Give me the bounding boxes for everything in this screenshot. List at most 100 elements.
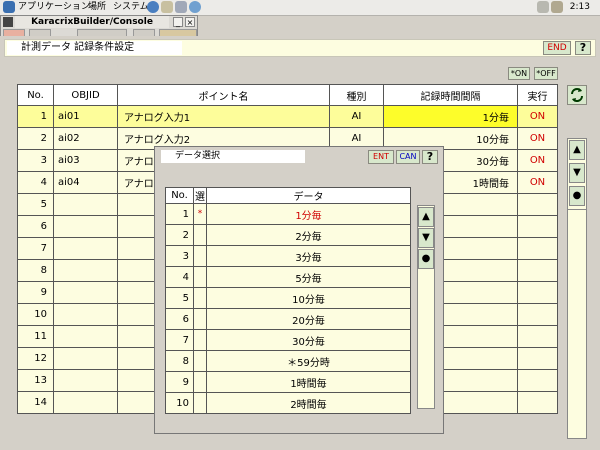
row-objid[interactable] xyxy=(53,303,118,326)
row-objid[interactable] xyxy=(53,347,118,370)
list-item[interactable]: 7 30分毎 xyxy=(165,329,411,351)
list-item[interactable]: 4 5分毎 xyxy=(165,266,411,288)
chat-launcher-icon[interactable] xyxy=(189,1,201,13)
row-exec[interactable] xyxy=(517,391,558,414)
list-item[interactable]: 2 2分毎 xyxy=(165,224,411,246)
menu-places[interactable]: 場所 xyxy=(88,1,106,14)
row-objid[interactable]: ai04 xyxy=(53,171,118,194)
column-header-interval: 記録時間間隔 xyxy=(383,84,518,106)
row-objid[interactable] xyxy=(53,237,118,260)
top-panel: アプリケーション 場所 システム 2:13 xyxy=(0,0,600,16)
scroll-down-button[interactable]: ▼ xyxy=(569,163,585,183)
enter-button[interactable]: ENT xyxy=(368,150,394,164)
table-row[interactable]: 1 ai01 アナログ入力1 AI 1分毎 ON xyxy=(17,105,558,128)
browser-launcher-icon[interactable] xyxy=(147,1,159,13)
all-on-button[interactable]: *ON xyxy=(508,67,530,80)
row-exec[interactable] xyxy=(517,347,558,370)
cancel-button[interactable]: CAN xyxy=(396,150,420,164)
menu-system[interactable]: システム xyxy=(113,1,149,14)
option-value[interactable]: 5分毎 xyxy=(206,266,411,288)
row-objid[interactable] xyxy=(53,281,118,304)
help-button[interactable]: ? xyxy=(575,41,591,55)
row-objid[interactable] xyxy=(53,259,118,282)
foot-menu-icon[interactable] xyxy=(3,1,15,13)
list-item[interactable]: 8 ＊59分時 xyxy=(165,350,411,372)
column-header-no: No. xyxy=(17,84,54,106)
scroll-up-button[interactable]: ▲ xyxy=(569,140,585,160)
row-objid[interactable] xyxy=(53,325,118,348)
menu-applications[interactable]: アプリケーション xyxy=(18,1,90,14)
option-mark xyxy=(193,329,207,351)
dialog-title: データ選択 xyxy=(161,150,305,163)
row-exec[interactable]: ON xyxy=(517,171,558,194)
option-value[interactable]: 1分毎 xyxy=(206,203,411,225)
minimize-button[interactable]: _ xyxy=(173,17,183,27)
option-value[interactable]: 20分毎 xyxy=(206,308,411,330)
end-button[interactable]: END xyxy=(543,41,571,55)
dialog-navigation[interactable]: ▲ ▼ ● xyxy=(417,205,435,409)
row-point-name[interactable]: アナログ入力1 xyxy=(117,105,330,128)
row-no: 6 xyxy=(17,215,54,238)
row-objid[interactable] xyxy=(53,215,118,238)
row-exec[interactable] xyxy=(517,303,558,326)
option-no: 9 xyxy=(165,371,194,393)
column-header-objid: OBJID xyxy=(53,84,118,106)
list-item[interactable]: 5 10分毎 xyxy=(165,287,411,309)
network-status-icon[interactable] xyxy=(537,1,549,13)
table-header-row: No. OBJID ポイント名 種別 記録時間間隔 実行 xyxy=(17,84,558,106)
mail-launcher-icon[interactable] xyxy=(161,1,173,13)
dialog-scroll-down-button[interactable]: ▼ xyxy=(418,228,434,248)
column-header-exec: 実行 xyxy=(517,84,558,106)
close-button[interactable]: × xyxy=(185,17,195,27)
row-exec[interactable]: ON xyxy=(517,105,558,128)
row-exec[interactable] xyxy=(517,215,558,238)
option-mark xyxy=(193,266,207,288)
table-navigation: ▲ ▼ ● xyxy=(567,138,587,210)
dialog-scroll-position-button[interactable]: ● xyxy=(418,249,434,269)
row-exec[interactable]: ON xyxy=(517,127,558,150)
clock[interactable]: 2:13 xyxy=(570,1,590,14)
row-interval[interactable]: 1分毎 xyxy=(383,105,518,128)
dialog-scroll-up-button[interactable]: ▲ xyxy=(418,207,434,227)
row-exec[interactable] xyxy=(517,281,558,304)
row-objid[interactable]: ai03 xyxy=(53,149,118,172)
option-no: 7 xyxy=(165,329,194,351)
list-item[interactable]: 1 * 1分毎 xyxy=(165,203,411,225)
row-objid[interactable] xyxy=(53,369,118,392)
row-exec[interactable] xyxy=(517,193,558,216)
row-objid[interactable]: ai02 xyxy=(53,127,118,150)
all-off-button[interactable]: *OFF xyxy=(534,67,558,80)
row-exec[interactable] xyxy=(517,259,558,282)
volume-icon[interactable] xyxy=(551,1,563,13)
row-no: 2 xyxy=(17,127,54,150)
row-exec[interactable] xyxy=(517,237,558,260)
row-exec[interactable]: ON xyxy=(517,149,558,172)
row-objid[interactable] xyxy=(53,391,118,414)
list-item[interactable]: 9 1時間毎 xyxy=(165,371,411,393)
refresh-button[interactable] xyxy=(567,85,587,105)
row-exec[interactable] xyxy=(517,325,558,348)
row-objid[interactable] xyxy=(53,193,118,216)
option-no: 5 xyxy=(165,287,194,309)
dialog-help-button[interactable]: ? xyxy=(422,150,438,164)
list-item[interactable]: 10 2時間毎 xyxy=(165,392,411,414)
option-value[interactable]: ＊59分時 xyxy=(206,350,411,372)
row-no: 8 xyxy=(17,259,54,282)
option-value[interactable]: 10分毎 xyxy=(206,287,411,309)
row-exec[interactable] xyxy=(517,369,558,392)
option-value[interactable]: 3分毎 xyxy=(206,245,411,267)
option-value[interactable]: 1時間毎 xyxy=(206,371,411,393)
scroll-position-button[interactable]: ● xyxy=(569,186,585,206)
option-mark xyxy=(193,224,207,246)
option-mark xyxy=(193,371,207,393)
table-scroll-track[interactable] xyxy=(567,210,587,439)
list-item[interactable]: 6 20分毎 xyxy=(165,308,411,330)
list-item[interactable]: 3 3分毎 xyxy=(165,245,411,267)
option-value[interactable]: 2分毎 xyxy=(206,224,411,246)
row-objid[interactable]: ai01 xyxy=(53,105,118,128)
editor-launcher-icon[interactable] xyxy=(175,1,187,13)
option-value[interactable]: 2時間毎 xyxy=(206,392,411,414)
option-value[interactable]: 30分毎 xyxy=(206,329,411,351)
row-no: 3 xyxy=(17,149,54,172)
refresh-icon xyxy=(571,88,583,102)
